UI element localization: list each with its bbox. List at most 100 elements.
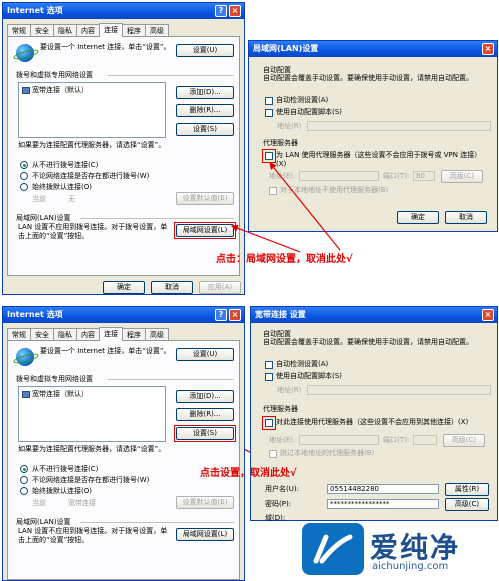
radio-always-dial-label: 始终拨默认连接(O) (32, 183, 92, 191)
setup-text: 要设置一个 Internet 连接，单击“设置”。 (40, 347, 171, 355)
current-label: 当前 (32, 195, 46, 203)
connection-icon (22, 86, 30, 94)
proxy-group-label: 代理服务器 (263, 405, 298, 413)
internet-options-window-top: Internet 选项 ? × 常规 安全 隐私 内容 连接 程序 高级 要设置… (2, 2, 245, 295)
tab-strip: 常规 安全 隐私 内容 连接 程序 高级 (7, 327, 169, 341)
use-script-checkbox[interactable] (265, 109, 273, 117)
proxy-port-label: 端口(T): (383, 436, 410, 444)
divider (80, 218, 234, 219)
domain-label: 域(D): (265, 514, 286, 522)
radio-dial-whenever[interactable] (20, 476, 28, 484)
lan-group-label: 局域网(LAN)设置 (16, 214, 71, 222)
use-proxy-label: 对此连接使用代理服务器（这些设置不会应用到其他连接）(X) (276, 418, 469, 426)
proxy-address-label: 地址(E): (269, 172, 296, 180)
username-label: 用户名(U): (265, 485, 299, 493)
setup-button[interactable]: 设置(U) (176, 348, 234, 361)
radio-never-dial-label: 从不进行拨号连接(C) (32, 161, 99, 169)
remove-button[interactable]: 删除(R)... (176, 408, 234, 421)
radio-never-dial-label: 从不进行拨号连接(C) (32, 465, 99, 473)
add-button[interactable]: 添加(D)... (176, 390, 234, 403)
close-icon[interactable]: × (229, 309, 241, 321)
close-icon[interactable]: × (482, 43, 494, 55)
divider (108, 75, 234, 76)
internet-options-window-bottom: Internet 选项 ? × 常规 安全 隐私 内容 连接 程序 高级 要设置… (2, 306, 245, 581)
highlight-box (262, 149, 276, 163)
title-bar: 局域网(LAN)设置 × (249, 41, 497, 57)
dialup-group-label: 拨号和虚拟专用网络设置 (16, 71, 93, 79)
list-item[interactable]: 宽带连接（默认） (22, 390, 88, 399)
divider (108, 379, 234, 380)
proxy-port-field[interactable]: 80 (413, 171, 435, 181)
window-title: 宽带连接 设置 (255, 310, 306, 319)
radio-never-dial[interactable] (20, 161, 28, 169)
connection-list[interactable]: 宽带连接（默认） (18, 386, 166, 442)
bypass-checkbox[interactable] (269, 187, 277, 195)
proxy-port-field[interactable] (413, 435, 437, 445)
help-icon[interactable]: ? (215, 309, 227, 321)
proxy-port-label: 端口(T): (383, 172, 410, 180)
radio-dial-whenever[interactable] (20, 172, 28, 180)
apply-button[interactable]: 应用(A) (199, 281, 241, 294)
cancel-button[interactable]: 取消 (151, 281, 193, 294)
help-icon[interactable]: ? (215, 5, 227, 17)
current-value: 宽带连接 (68, 499, 96, 507)
proxy-address-field[interactable] (299, 171, 379, 181)
proxy-hint: 如果要为连接配置代理服务器，请选择“设置”。 (18, 141, 166, 149)
highlight-box (174, 222, 236, 239)
globe-icon (16, 348, 34, 366)
brand-url: aichunjing.com (372, 561, 449, 572)
connection-list[interactable]: 宽带连接（默认） (18, 82, 166, 138)
lan-description: LAN 设置不应用到拨号连接。对于拨号设置，单击上面的“设置”按钮。 (18, 223, 168, 240)
proxy-hint: 如果要为连接配置代理服务器，请选择“设置”。 (18, 445, 166, 453)
use-script-checkbox[interactable] (265, 373, 273, 381)
brand-logo-text: 爱纯净 (370, 531, 461, 564)
ok-button[interactable]: 确定 (103, 281, 145, 294)
advanced-button[interactable]: 高级(C) (445, 498, 489, 511)
radio-always-dial[interactable] (20, 487, 28, 495)
advanced-button[interactable]: 高级(C) (441, 170, 483, 183)
globe-icon (16, 44, 34, 62)
setup-button[interactable]: 设置(U) (176, 44, 234, 57)
lan-settings-window: 局域网(LAN)设置 × 自动配置 自动配置会覆盖手动设置。要确保使用手动设置，… (248, 40, 498, 232)
cancel-button[interactable]: 取消 (445, 211, 487, 224)
use-script-label: 使用自动配置脚本(S) (276, 372, 342, 380)
password-field[interactable]: ***************** (327, 499, 439, 509)
settings-button[interactable]: 设置(S) (176, 123, 234, 136)
bypass-checkbox[interactable] (269, 450, 277, 458)
properties-button[interactable]: 属性(R) (445, 483, 489, 496)
auto-detect-checkbox[interactable] (265, 361, 273, 369)
radio-dial-whenever-label: 不论网络连接是否存在都进行拨号(W) (32, 172, 150, 180)
close-icon[interactable]: × (482, 309, 494, 321)
advanced-button-top[interactable]: 高级(C) (443, 434, 485, 447)
title-bar: Internet 选项 ? × (3, 3, 244, 19)
lan-settings-button[interactable]: 局域网设置(L) (176, 528, 234, 541)
close-icon[interactable]: × (229, 5, 241, 17)
list-item[interactable]: 宽带连接（默认） (22, 86, 88, 95)
dialup-group-label: 拨号和虚拟专用网络设置 (16, 375, 93, 383)
username-field[interactable]: 05514482280 (327, 484, 439, 494)
connections-panel: 要设置一个 Internet 连接，单击“设置”。 设置(U) 拨号和虚拟专用网… (7, 36, 240, 276)
bypass-label: 跳过本地地址的代理服务器(B) (280, 449, 375, 457)
auto-config-desc: 自动配置会覆盖手动设置。要确保使用手动设置，请禁用自动配置。 (263, 74, 473, 82)
highlight-box (262, 416, 276, 430)
bypass-label: 对于本地地址不使用代理服务器(B) (280, 186, 389, 194)
lan-description: LAN 设置不应用到拨号连接。对于拨号设置，单击上面的“设置”按钮。 (18, 527, 168, 544)
radio-always-dial[interactable] (20, 183, 28, 191)
script-address-field[interactable] (307, 121, 491, 131)
brand-logo-icon (302, 523, 364, 575)
set-default-button[interactable]: 设置默认值(E) (176, 496, 234, 509)
auto-detect-checkbox[interactable] (265, 97, 273, 105)
set-default-button[interactable]: 设置默认值(E) (176, 192, 234, 205)
proxy-address-field[interactable] (299, 435, 379, 445)
ok-button[interactable]: 确定 (397, 211, 439, 224)
script-address-field[interactable] (307, 385, 491, 395)
remove-button[interactable]: 删除(R)... (176, 104, 234, 117)
add-button[interactable]: 添加(D)... (176, 86, 234, 99)
address-label: 地址(R) (277, 122, 302, 130)
tab-connections[interactable]: 连接 (99, 327, 123, 341)
radio-never-dial[interactable] (20, 465, 28, 473)
tab-connections[interactable]: 连接 (99, 23, 123, 37)
annotation-top: 点击：局域网设置，取消此处√ (216, 254, 353, 265)
radio-dial-whenever-label: 不论网络连接是否存在都进行拨号(W) (32, 476, 150, 484)
window-title: Internet 选项 (7, 6, 63, 15)
